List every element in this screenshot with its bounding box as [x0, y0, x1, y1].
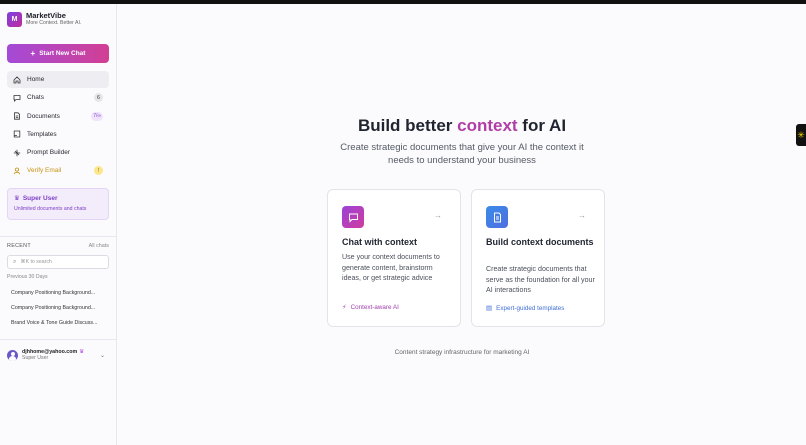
divider [0, 339, 117, 340]
search-icon: ⌕ [13, 258, 17, 265]
card-description: Create strategic documents that serve as… [486, 265, 595, 294]
verify-alert-badge: ! [94, 166, 103, 176]
sidebar-item-label: Documents [27, 112, 60, 120]
prompt-builder-icon [13, 149, 21, 157]
card-title: Build context documents [486, 237, 594, 247]
recent-header: RECENT All chats [7, 243, 109, 249]
page-title: Build better context for AI [118, 116, 806, 136]
title-prefix: Build better [357, 116, 458, 135]
list-item[interactable]: Company Positioning Background... [11, 303, 109, 318]
document-icon: ▤ [486, 305, 493, 312]
chats-count-badge: 6 [94, 93, 103, 103]
recent-label: RECENT [7, 243, 31, 249]
sidebar-item-chats[interactable]: Chats 6 [7, 89, 109, 106]
user-icon [13, 167, 21, 175]
card-footer: ▤ Expert-guided templates [486, 304, 565, 313]
app-logo: M [7, 11, 22, 27]
search-placeholder: ⌘K to search [20, 259, 52, 265]
crown-icon: ♛ [79, 349, 85, 355]
start-new-chat-label: Start New Chat [39, 50, 86, 57]
user-menu[interactable]: djhhome@yahoo.com ♛ Super User ⌄ [7, 346, 109, 364]
card-title: Chat with context [342, 237, 418, 247]
sidebar-item-label: Chats [27, 94, 44, 102]
sidebar-item-home[interactable]: Home [7, 71, 109, 88]
main-content: Build better context for AI Create strat… [118, 4, 806, 445]
sidebar: M MarketVibe More Context. Better AI. + … [0, 4, 117, 445]
card-footer-label: Expert-guided templates [496, 304, 565, 312]
sidebar-item-documents[interactable]: Documents 7/∞ [7, 108, 109, 125]
list-item[interactable]: Brand Voice & Tone Guide Discuss... [11, 318, 109, 333]
document-icon [486, 206, 508, 228]
card-footer: ⚡ Context-aware AI [342, 303, 399, 312]
recent-list: Company Positioning Background... Compan… [11, 288, 109, 333]
build-context-documents-card[interactable]: → Build context documents Create strateg… [471, 189, 605, 327]
arrow-right-icon: → [434, 211, 442, 220]
sidebar-item-label: Templates [27, 130, 57, 138]
sidebar-item-templates[interactable]: Templates [7, 126, 109, 143]
sidebar-item-label: Verify Email [27, 167, 62, 175]
documents-count-badge: 7/∞ [91, 111, 103, 121]
sidebar-item-label: Prompt Builder [27, 149, 70, 157]
sidebar-nav: Home Chats 6 Documents 7/∞ Templates Pro… [7, 71, 109, 181]
plan-title: Super User [22, 194, 58, 202]
plan-subtitle: Unlimited documents and chats [14, 206, 87, 212]
sidebar-item-label: Home [27, 76, 45, 83]
sun-icon[interactable]: ✳ [796, 124, 806, 146]
chat-with-context-card[interactable]: → Chat with context Use your context doc… [327, 189, 461, 327]
chat-icon [342, 206, 364, 228]
plus-icon: + [30, 49, 36, 58]
footer-note: Content strategy infrastructure for mark… [394, 349, 530, 356]
app-name: MarketVibe [26, 11, 66, 20]
card-description: Use your context documents to generate c… [342, 253, 440, 282]
start-new-chat-button[interactable]: + Start New Chat [7, 44, 109, 63]
list-item[interactable]: Company Positioning Background... [11, 288, 109, 303]
sparkle-icon: ⚡ [342, 304, 347, 311]
brand[interactable]: M MarketVibe More Context. Better AI. [7, 11, 81, 27]
avatar [7, 349, 18, 361]
crown-icon: ♛ [14, 195, 20, 202]
document-icon [13, 112, 21, 120]
template-icon [13, 130, 21, 138]
chevron-down-icon[interactable]: ⌄ [100, 352, 105, 359]
divider [0, 236, 117, 237]
page-subtitle: Create strategic documents that give you… [340, 142, 584, 166]
title-accent: context [457, 116, 518, 135]
home-icon [13, 75, 21, 84]
card-footer-label: Context-aware AI [350, 303, 399, 311]
plan-card[interactable]: ♛ Super User Unlimited documents and cha… [7, 188, 109, 220]
sidebar-item-prompt-builder[interactable]: Prompt Builder [7, 144, 109, 161]
sidebar-item-verify-email[interactable]: Verify Email ! [7, 162, 109, 179]
search-input[interactable]: ⌕ ⌘K to search [7, 255, 109, 269]
period-label: Previous 30 Days [7, 274, 48, 280]
chat-icon [13, 94, 21, 102]
arrow-right-icon: → [578, 211, 586, 220]
user-role: Super User [22, 355, 49, 361]
all-chats-link[interactable]: All chats [89, 243, 109, 249]
title-suffix: for AI [517, 116, 567, 135]
app-tagline: More Context. Better AI. [26, 20, 82, 26]
